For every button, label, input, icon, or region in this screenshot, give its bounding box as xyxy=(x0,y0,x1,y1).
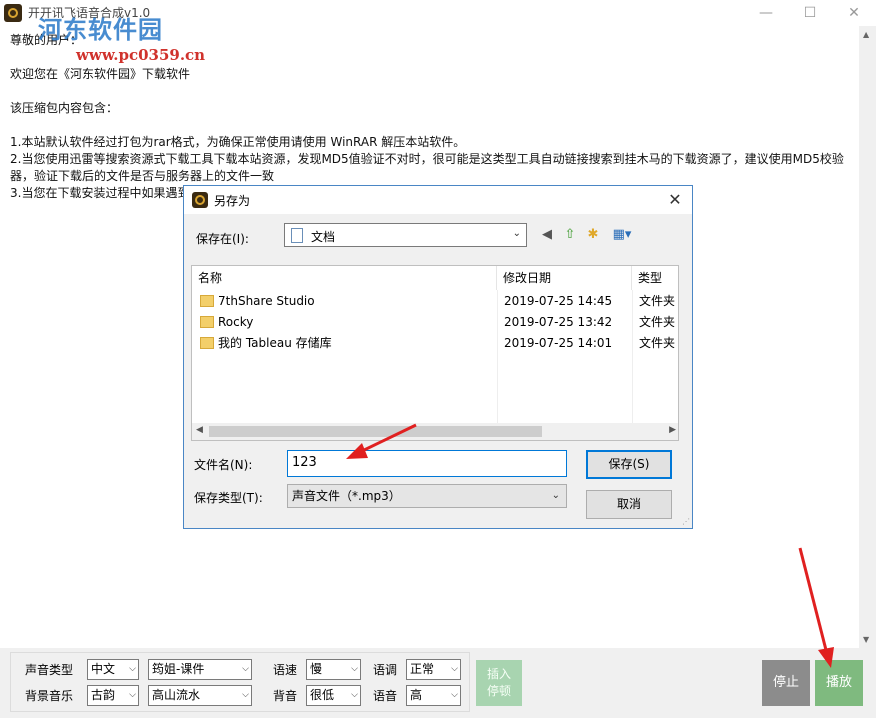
control-bar: 声音类型 中文 ⌵ 筠姐-课件 ⌵ 语速 慢 ⌵ 语调 正常 ⌵ 背景音乐 古韵 ⌵ 高山… xyxy=(0,648,876,718)
filetype-value: 声音文件（*.mp3） xyxy=(292,489,401,503)
notice-line: 1.本站默认软件经过打包为rar格式，为确保正常使用请使用 WinRAR 解压本… xyxy=(10,135,466,149)
filename-label: 文件名(N): xyxy=(194,458,253,472)
location-value: 文档 xyxy=(311,230,336,244)
chevron-down-icon: ⌵ xyxy=(351,690,358,700)
bg-music-label: 背景音乐 xyxy=(25,689,74,703)
file-name: 7thShare Studio xyxy=(218,294,315,308)
music-style-value: 古韵 xyxy=(91,688,116,702)
file-type: 文件夹 xyxy=(639,336,676,350)
background-volume-select[interactable]: 很低 ⌵ xyxy=(306,685,361,706)
save-as-dialog: 另存为 ✕ 保存在(I): 文档 ⌄ ◀ ⇧ ✱ ▦▾ 名称 修改日期 类型 ˄… xyxy=(183,185,693,529)
scroll-right-icon[interactable]: ▶ xyxy=(669,425,676,435)
dialog-close-icon[interactable]: ✕ xyxy=(664,189,686,211)
stop-button[interactable]: 停止 xyxy=(762,660,810,706)
maximize-button[interactable]: ☐ xyxy=(788,0,832,26)
language-select[interactable]: 中文 ⌵ xyxy=(87,659,139,680)
speed-label: 语速 xyxy=(273,663,298,677)
voice-value: 筠姐-课件 xyxy=(152,662,205,676)
language-value: 中文 xyxy=(91,662,116,676)
file-type: 文件夹 xyxy=(639,315,676,329)
file-date: 2019-07-25 14:45 xyxy=(504,294,613,308)
chevron-down-icon: ⌵ xyxy=(451,690,458,700)
save-button[interactable]: 保存(S) xyxy=(586,450,672,479)
chevron-down-icon: ⌵ xyxy=(351,664,358,674)
minimize-button[interactable]: — xyxy=(744,0,788,26)
resize-grip-icon[interactable]: ⋰ xyxy=(682,517,690,526)
file-row[interactable]: 我的 Tableau 存储库 2019-07-25 14:01 文件夹 xyxy=(192,333,678,354)
close-button[interactable]: ✕ xyxy=(832,0,876,26)
tone-value: 正常 xyxy=(410,662,435,676)
voice-type-label: 声音类型 xyxy=(25,663,74,677)
speed-value: 慢 xyxy=(310,662,323,676)
music-track-value: 高山流水 xyxy=(152,688,201,702)
back-icon[interactable]: ◀ xyxy=(538,226,556,244)
file-name: Rocky xyxy=(218,315,254,329)
scroll-down-icon[interactable]: ▼ xyxy=(863,635,869,644)
dialog-title: 另存为 xyxy=(214,194,251,208)
notice-scrollbar[interactable]: ▲ ▼ xyxy=(859,26,876,648)
watermark-logo-text: 河东软件园 xyxy=(38,16,163,44)
background-volume-value: 很低 xyxy=(310,688,335,702)
insert-pause-line1: 插入 xyxy=(486,667,511,681)
scrollbar-thumb[interactable] xyxy=(209,426,542,437)
folder-icon xyxy=(200,316,214,328)
background-volume-label: 背音 xyxy=(273,689,298,703)
play-button[interactable]: 播放 xyxy=(815,660,863,706)
save-location-select[interactable]: 文档 ⌄ xyxy=(284,223,527,247)
notice-line: 2.当您使用迅雷等搜索资源式下载工具下载本站资源，发现MD5值验证不对时，很可能… xyxy=(10,152,844,166)
cancel-button[interactable]: 取消 xyxy=(586,490,672,519)
app-icon xyxy=(192,192,208,208)
file-date: 2019-07-25 13:42 xyxy=(504,315,613,329)
scroll-left-icon[interactable]: ◀ xyxy=(196,425,203,435)
music-track-select[interactable]: 高山流水 ⌵ xyxy=(148,685,252,706)
insert-pause-button[interactable]: 插入 停顿 xyxy=(476,660,522,706)
speed-select[interactable]: 慢 ⌵ xyxy=(306,659,361,680)
document-icon xyxy=(291,228,303,243)
music-style-select[interactable]: 古韵 ⌵ xyxy=(87,685,139,706)
chevron-down-icon: ⌵ xyxy=(242,664,249,674)
tone-select[interactable]: 正常 ⌵ xyxy=(406,659,461,680)
chevron-down-icon: ⌄ xyxy=(512,228,521,239)
filetype-select[interactable]: 声音文件（*.mp3） ⌄ xyxy=(287,484,567,508)
voice-select[interactable]: 筠姐-课件 ⌵ xyxy=(148,659,252,680)
filename-input[interactable]: 123 xyxy=(287,450,567,477)
chevron-down-icon: ⌄ xyxy=(551,490,560,501)
file-date: 2019-07-25 14:01 xyxy=(504,336,613,350)
column-header-date[interactable]: 修改日期 xyxy=(497,266,632,290)
notice-line: 该压缩包内容包含： xyxy=(10,101,119,115)
chevron-down-icon: ⌵ xyxy=(129,690,136,700)
watermark-url: www.pc0359.cn xyxy=(76,46,206,64)
tone-label: 语调 xyxy=(373,663,398,677)
column-header-type[interactable]: 类型 xyxy=(632,266,678,290)
settings-group: 声音类型 中文 ⌵ 筠姐-课件 ⌵ 语速 慢 ⌵ 语调 正常 ⌵ 背景音乐 古韵 ⌵ 高山… xyxy=(10,652,470,712)
file-list[interactable]: 名称 修改日期 类型 ˄ 7thShare Studio 2019-07-25 … xyxy=(191,265,679,441)
app-icon xyxy=(4,4,22,22)
file-type: 文件夹 xyxy=(639,294,676,308)
chevron-down-icon: ⌵ xyxy=(451,664,458,674)
chevron-down-icon: ⌵ xyxy=(129,664,136,674)
folder-icon xyxy=(200,337,214,349)
folder-icon xyxy=(200,295,214,307)
file-row[interactable]: Rocky 2019-07-25 13:42 文件夹 xyxy=(192,312,678,333)
dialog-title-bar: 另存为 ✕ xyxy=(184,186,692,214)
new-folder-icon[interactable]: ✱ xyxy=(584,226,602,244)
sort-ascending-icon: ˄ xyxy=(342,265,347,271)
scroll-up-icon[interactable]: ▲ xyxy=(863,30,869,39)
notice-line: 3.当您在下载安装过程中如果遇到 xyxy=(10,186,190,200)
file-row[interactable]: 7thShare Studio 2019-07-25 14:45 文件夹 xyxy=(192,291,678,312)
file-list-hscrollbar[interactable]: ◀ ▶ xyxy=(192,423,678,440)
volume-select[interactable]: 高 ⌵ xyxy=(406,685,461,706)
chevron-down-icon: ⌵ xyxy=(242,690,249,700)
volume-label: 语音 xyxy=(373,689,398,703)
filetype-label: 保存类型(T): xyxy=(194,491,263,505)
volume-value: 高 xyxy=(410,688,423,702)
view-menu-icon[interactable]: ▦▾ xyxy=(609,226,635,244)
up-folder-icon[interactable]: ⇧ xyxy=(561,226,579,244)
notice-line: 欢迎您在《河东软件园》下载软件 xyxy=(10,67,191,81)
notice-line: 器，验证下载后的文件是否与服务器上的文件一致 xyxy=(10,169,275,183)
save-in-label: 保存在(I): xyxy=(196,232,249,246)
insert-pause-line2: 停顿 xyxy=(486,684,511,698)
file-name: 我的 Tableau 存储库 xyxy=(218,336,332,350)
